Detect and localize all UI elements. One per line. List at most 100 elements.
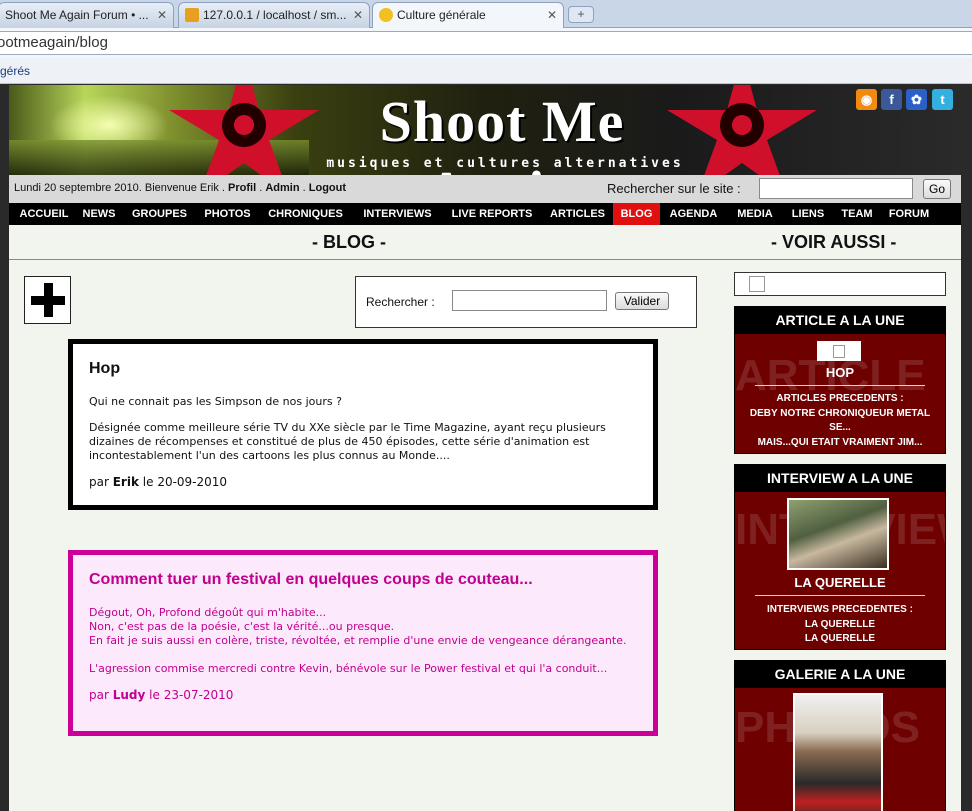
featured-interview-title[interactable]: LA QUERELLE: [735, 575, 945, 590]
panel-divider: [755, 385, 925, 386]
previous-interviews-label: INTERVIEWS PRECEDENTES :: [767, 604, 913, 615]
post-date: le 20-09-2010: [142, 475, 228, 489]
nav-media[interactable]: MEDIA: [729, 203, 781, 225]
post-paragraph: Désignée comme meilleure série TV du XXe…: [89, 421, 606, 462]
previous-article-link[interactable]: DEBY NOTRE CHRONIQUEUR METAL: [735, 407, 945, 421]
logout-link[interactable]: Logout: [309, 182, 346, 194]
nav-liens[interactable]: LIENS: [786, 203, 830, 225]
nav-interviews[interactable]: INTERVIEWS: [355, 203, 440, 225]
nav-news[interactable]: NEWS: [77, 203, 121, 225]
nav-articles[interactable]: ARTICLES: [544, 203, 611, 225]
broken-image-icon: [833, 345, 845, 358]
post-paragraph: Qui ne connait pas les Simpson de nos jo…: [89, 395, 342, 408]
browser-tab-forum[interactable]: Shoot Me Again Forum • ... ✕: [0, 2, 174, 28]
featured-article-title[interactable]: HOP: [735, 365, 945, 380]
admin-link[interactable]: Admin: [265, 182, 299, 194]
post-meta: par Ludy le 23-07-2010: [89, 688, 637, 702]
blog-post: Comment tuer un festival en quelques cou…: [68, 550, 658, 736]
browser-tab-bar: Shoot Me Again Forum • ... ✕ 127.0.0.1 /…: [0, 0, 972, 29]
close-tab-icon[interactable]: ✕: [547, 8, 557, 22]
previous-articles-label: ARTICLES PRECEDENTS :: [776, 393, 904, 404]
tab-label: 127.0.0.1 / localhost / sm...: [203, 8, 347, 22]
url-field[interactable]: ootmeagain/blog: [0, 31, 972, 55]
blog-heading: - BLOG -: [312, 232, 386, 252]
interview-band-photo[interactable]: [787, 498, 889, 570]
myspace-icon[interactable]: ✿: [906, 89, 927, 110]
featured-interview-panel: INTERVIEW A LA UNE INTERVIEW LA QUERELLE…: [734, 464, 946, 650]
post-date: le 23-07-2010: [149, 688, 234, 702]
new-tab-button[interactable]: +: [568, 6, 594, 23]
close-tab-icon[interactable]: ✕: [157, 8, 167, 22]
site-search-input[interactable]: [759, 178, 913, 199]
add-post-button[interactable]: [24, 276, 71, 324]
nav-live-reports[interactable]: LIVE REPORTS: [446, 203, 538, 225]
nav-chroniques[interactable]: CHRONIQUES: [262, 203, 349, 225]
main-content: - BLOG - - VOIR AUSSI - Rechercher : Val…: [9, 225, 961, 811]
main-nav: ACCUEIL NEWS GROUPES PHOTOS CHRONIQUES I…: [9, 203, 961, 225]
blog-search-input[interactable]: [452, 290, 607, 311]
nav-accueil[interactable]: ACCUEIL: [13, 203, 75, 225]
browser-tab-phpmyadmin[interactable]: 127.0.0.1 / localhost / sm... ✕: [178, 2, 370, 28]
nav-groupes[interactable]: GROUPES: [126, 203, 193, 225]
previous-interview-link[interactable]: LA QUERELLE: [735, 618, 945, 632]
post-title[interactable]: Comment tuer un festival en quelques cou…: [89, 571, 637, 589]
phpmyadmin-icon: [185, 8, 199, 22]
close-tab-icon[interactable]: ✕: [353, 8, 363, 22]
browser-tab-culture[interactable]: Culture générale ✕: [372, 2, 564, 29]
featured-article-panel: ARTICLE A LA UNE ARTICLE HOP ARTICLES PR…: [734, 306, 946, 454]
site-search-label: Rechercher sur le site :: [607, 181, 741, 196]
address-bar-area: ootmeagain/blog: [0, 28, 972, 58]
twitter-icon[interactable]: t: [932, 89, 953, 110]
broken-image-icon[interactable]: [749, 276, 765, 292]
user-greeting-line: Lundi 20 septembre 2010. Bienvenue Erik …: [14, 182, 347, 194]
post-title[interactable]: Hop: [89, 360, 637, 378]
article-thumbnail[interactable]: [817, 341, 861, 361]
user-info-bar: Lundi 20 septembre 2010. Bienvenue Erik …: [9, 175, 961, 203]
blog-post: Hop Qui ne connait pas les Simpson de no…: [68, 339, 658, 510]
post-author[interactable]: Ludy: [113, 688, 146, 702]
profile-link[interactable]: Profil: [228, 182, 256, 194]
blog-search-label: Rechercher :: [366, 295, 435, 309]
post-by: par: [89, 475, 109, 489]
see-also-box: [734, 272, 946, 296]
featured-gallery-panel: GALERIE A LA UNE PHOTOS: [734, 660, 946, 811]
post-paragraph: Non, c'est pas de la poésie, c'est la vé…: [89, 620, 395, 633]
post-by: par: [89, 688, 109, 702]
post-author[interactable]: Erik: [113, 475, 139, 489]
tab-label: Culture générale: [397, 8, 486, 22]
date-greeting: Lundi 20 septembre 2010. Bienvenue Erik …: [14, 182, 225, 194]
nav-team[interactable]: TEAM: [835, 203, 879, 225]
blog-search-panel: Rechercher : Valider: [355, 276, 697, 328]
nav-forum[interactable]: FORUM: [883, 203, 935, 225]
featured-article-header: ARTICLE A LA UNE: [735, 307, 945, 334]
nav-photos[interactable]: PHOTOS: [199, 203, 256, 225]
blog-search-submit-button[interactable]: Valider: [615, 292, 669, 310]
post-paragraph: Dégout, Oh, Profond dégoût qui m'habite.…: [89, 606, 327, 619]
site-tagline: musiques et cultures alternatives: [326, 156, 684, 171]
tab-label: Shoot Me Again Forum • ...: [5, 8, 149, 22]
lightbulb-icon: [379, 8, 393, 22]
previous-article-link[interactable]: SE...: [735, 421, 945, 435]
previous-article-link[interactable]: MAIS...QUI ETAIT VRAIMENT JIM...: [735, 436, 945, 450]
plus-icon-bar: [31, 296, 65, 305]
header-divider: [9, 259, 961, 260]
bookmarks-bar: gérés: [0, 58, 972, 84]
site-banner: Shoot Me Again musiques et cultures alte…: [9, 85, 961, 175]
panel-divider: [755, 595, 925, 596]
featured-gallery-header: GALERIE A LA UNE: [735, 661, 945, 688]
post-meta: par Erik le 20-09-2010: [89, 475, 637, 489]
featured-interview-header: INTERVIEW A LA UNE: [735, 465, 945, 492]
post-paragraph: En fait je suis aussi en colère, triste,…: [89, 634, 627, 647]
see-also-heading: - VOIR AUSSI -: [771, 232, 897, 252]
facebook-icon[interactable]: f: [881, 89, 902, 110]
site-search-go-button[interactable]: Go: [923, 179, 951, 199]
post-paragraph: L'agression commise mercredi contre Kevi…: [89, 662, 608, 675]
bookmarks-label[interactable]: gérés: [0, 64, 30, 78]
nav-agenda[interactable]: AGENDA: [664, 203, 723, 225]
web-page: Shoot Me Again musiques et cultures alte…: [9, 85, 961, 811]
nav-blog[interactable]: BLOG: [613, 203, 660, 225]
rss-icon[interactable]: ◉: [856, 89, 877, 110]
gallery-guitarist-photo[interactable]: [793, 693, 883, 811]
previous-interview-link[interactable]: LA QUERELLE: [735, 632, 945, 646]
